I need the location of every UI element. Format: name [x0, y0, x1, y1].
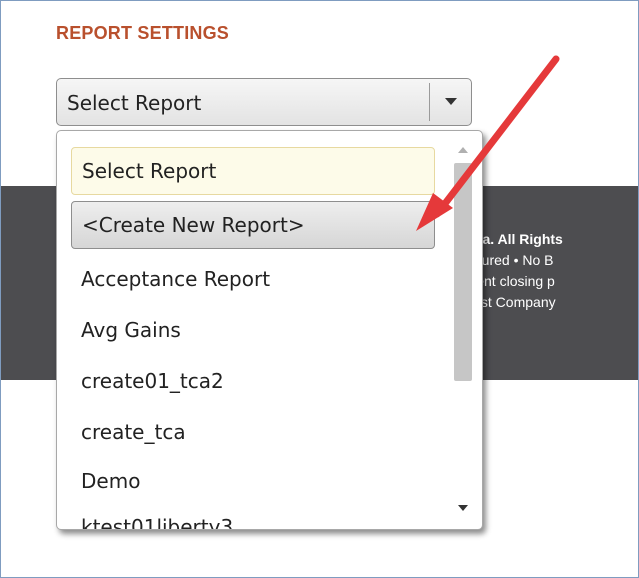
red-arrow-annotation: [416, 55, 560, 231]
page-frame: REPORT SETTINGS nerica. All Rights C Ins…: [0, 0, 639, 578]
